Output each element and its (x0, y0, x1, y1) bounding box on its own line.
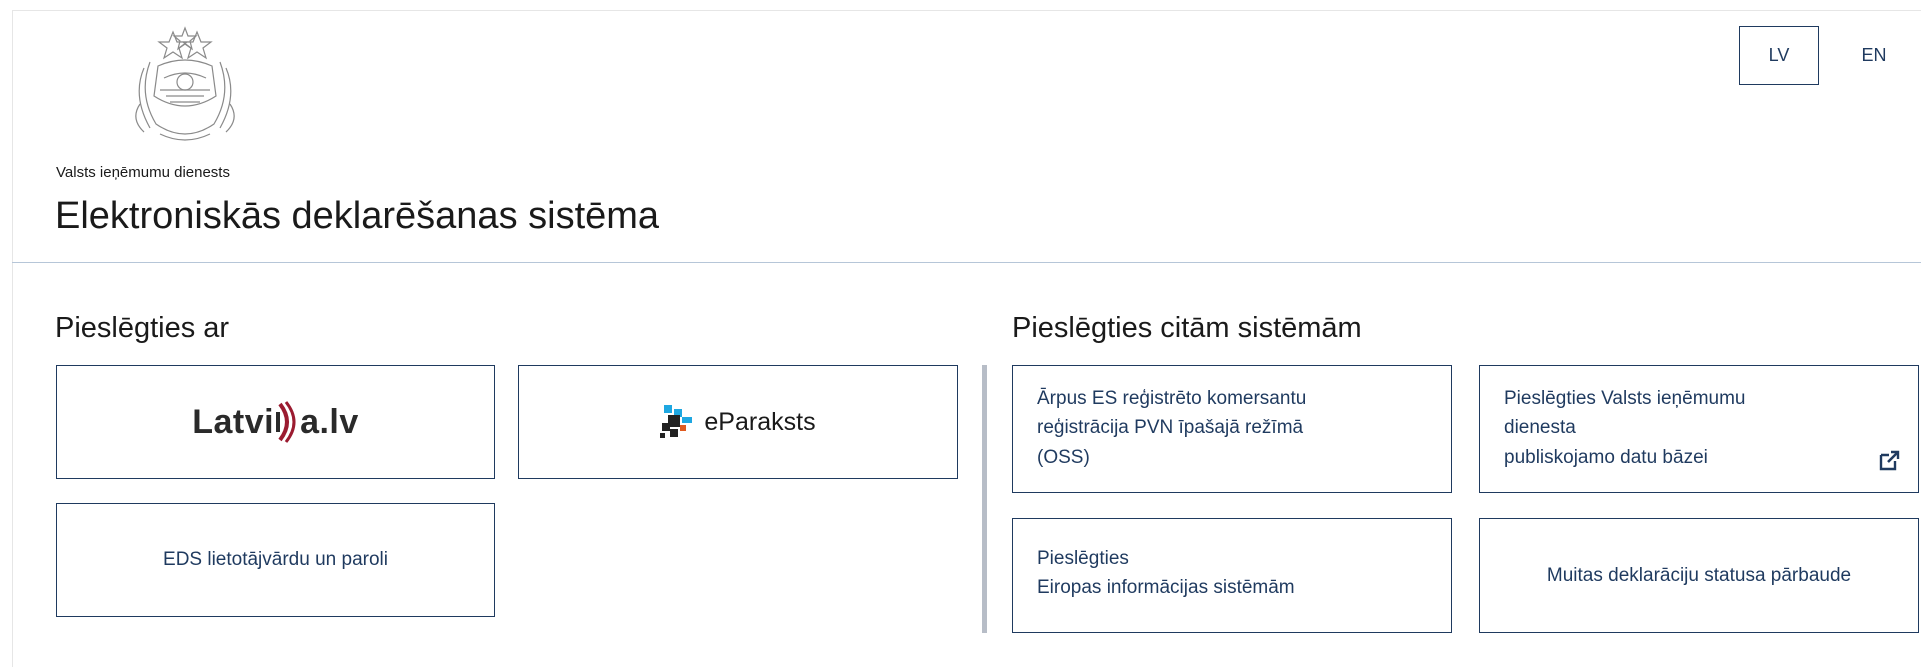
eu-systems-line-2: Eiropas informācijas sistēmām (1037, 577, 1295, 599)
header-divider (12, 262, 1921, 263)
oss-line-3: (OSS) (1037, 446, 1090, 468)
latvija-logo-text-left: Latvi (192, 402, 275, 441)
eparaksts-label: eParaksts (704, 407, 816, 436)
section-separator (982, 365, 987, 633)
latvija-mark-icon (276, 401, 296, 443)
eparaksts-logo: eParaksts (660, 405, 816, 439)
customs-declaration-status-button[interactable]: Muitas deklarāciju statusa pārbaude (1479, 518, 1919, 633)
latvija-lv-login-button[interactable]: Latvi a.lv (56, 365, 495, 479)
oss-registration-button[interactable]: Ārpus ES reģistrēto komersantu reģistrāc… (1012, 365, 1452, 493)
oss-line-1: Ārpus ES reģistrēto komersantu (1037, 388, 1307, 409)
public-data-line-1: Pieslēgties Valsts ieņēmumu (1504, 388, 1746, 409)
public-data-line-3: publiskojamo datu bāzei (1504, 446, 1708, 468)
external-link-icon (1879, 450, 1900, 471)
customs-status-label: Muitas deklarāciju statusa pārbaude (1546, 564, 1852, 586)
language-en-button[interactable]: EN (1844, 26, 1904, 85)
coat-of-arms-icon (135, 26, 235, 141)
latvija-logo-text-right: a.lv (300, 402, 359, 441)
public-data-line-2: dienesta (1504, 417, 1576, 439)
public-data-base-button[interactable]: Pieslēgties Valsts ieņēmumu dienesta pub… (1479, 365, 1919, 493)
page-title: Elektroniskās deklarēšanas sistēma (55, 195, 660, 237)
eu-information-systems-button[interactable]: Pieslēgties Eiropas informācijas sistēmā… (1012, 518, 1452, 633)
login-section-title: Pieslēgties ar (55, 312, 230, 344)
eds-login-label: EDS lietotājvārdu un paroli (163, 549, 388, 570)
agency-name: Valsts ieņēmumu dienests (56, 164, 230, 181)
eds-credentials-login-button[interactable]: EDS lietotājvārdu un paroli (56, 503, 495, 617)
other-systems-section-title: Pieslēgties citām sistēmām (1012, 312, 1362, 344)
eparaksts-login-button[interactable]: eParaksts (518, 365, 958, 479)
latvija-lv-logo: Latvi a.lv (192, 400, 359, 444)
eu-systems-line-1: Pieslēgties (1037, 548, 1129, 569)
language-lv-button[interactable]: LV (1739, 26, 1819, 85)
eparaksts-icon (660, 405, 693, 438)
oss-line-2: reģistrācija PVN īpašajā režīmā (1037, 417, 1304, 439)
